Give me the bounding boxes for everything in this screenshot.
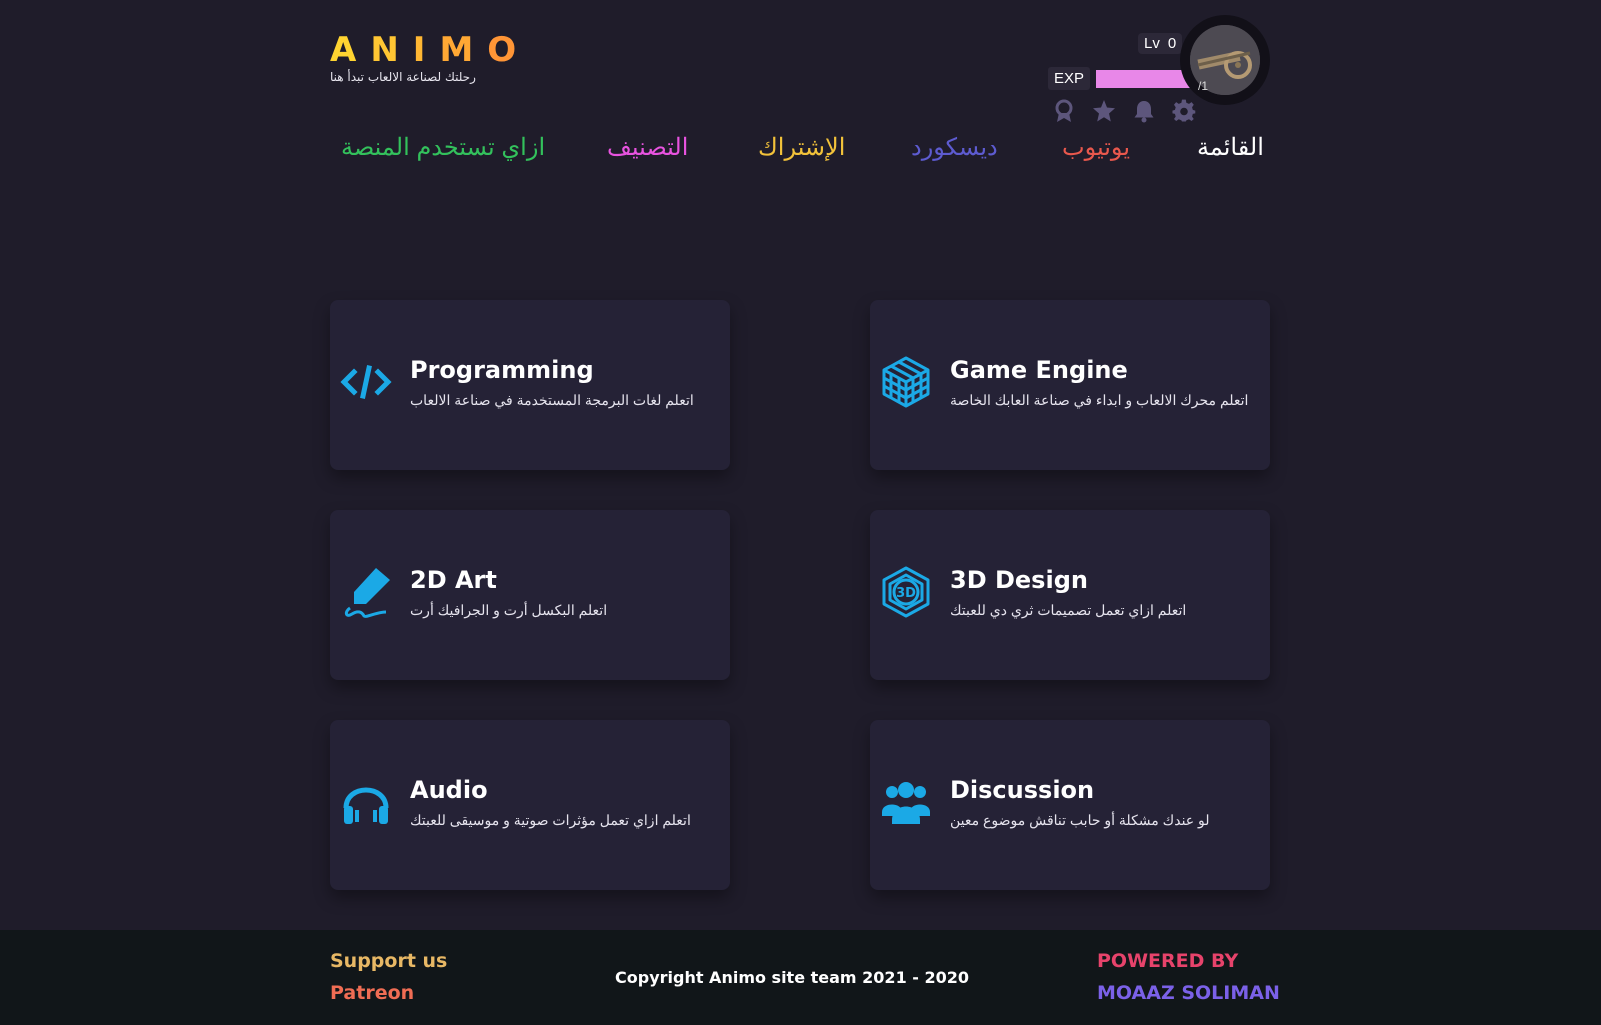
card-description: اتعلم لغات البرمجة المستخدمة في صناعة ال… [410, 392, 694, 408]
powered-by-label: POWERED BY [1097, 950, 1239, 972]
logo-letter: O [487, 30, 531, 70]
card-description: اتعلم ازاي تعمل تصميمات ثري دي للعبتك [950, 602, 1187, 618]
user-panel: Lv 0 EXP /1 [1040, 15, 1270, 123]
card-title: Audio [410, 776, 488, 804]
avatar-ring[interactable] [1180, 15, 1270, 105]
exp-value: /1 [1198, 79, 1209, 93]
exp-bar-fill [1096, 69, 1192, 88]
bell-icon[interactable] [1132, 99, 1156, 127]
exp-row: EXP [1048, 67, 1197, 90]
user-icons [1052, 99, 1196, 127]
card-description: اتعلم ازاي تعمل مؤثرات صوتية و موسيقى لل… [410, 812, 691, 828]
card-game-engine[interactable]: Game Engine اتعلم محرك الالعاب و ابداء ف… [870, 300, 1270, 470]
logo-letter: A [330, 30, 371, 70]
main-nav: القائمة يوتيوب ديسكورد الإشتراك التصنيف … [0, 133, 1601, 173]
nav-item-menu[interactable]: القائمة [1197, 133, 1264, 162]
svg-text:3D: 3D [896, 586, 916, 601]
logo-wordmark: A N I M O [330, 30, 530, 70]
card-description: لو عندك مشكلة أو حابب تناقش موضوع معين [950, 812, 1210, 828]
headphones-icon [340, 776, 392, 828]
cube-grid-icon [880, 356, 932, 408]
card-programming[interactable]: Programming اتعلم لغات البرمجة المستخدمة… [330, 300, 730, 470]
logo-letter: M [439, 30, 488, 70]
nav-item-discord[interactable]: ديسكورد [911, 133, 998, 162]
nav-item-youtube[interactable]: يوتيوب [1062, 133, 1130, 162]
card-audio[interactable]: Audio اتعلم ازاي تعمل مؤثرات صوتية و موس… [330, 720, 730, 890]
footer-support-label: Support us [330, 950, 448, 972]
gear-icon[interactable] [1172, 99, 1196, 127]
logo-letter: I [412, 30, 440, 70]
level-value: 0 [1167, 35, 1177, 52]
logo-letter: N [370, 30, 413, 70]
nav-item-how-to-use[interactable]: ازاي تستخدم المنصة [341, 133, 545, 162]
card-3d-design[interactable]: 3D 3D Design اتعلم ازاي تعمل تصميمات ثري… [870, 510, 1270, 680]
card-title: 2D Art [410, 566, 497, 594]
users-icon [880, 776, 932, 828]
card-title: 3D Design [950, 566, 1088, 594]
card-discussion[interactable]: Discussion لو عندك مشكلة أو حابب تناقش م… [870, 720, 1270, 890]
card-description: اتعلم محرك الالعاب و ابداء في صناعة العا… [950, 392, 1249, 408]
author-link[interactable]: MOAAZ SOLIMAN [1097, 982, 1280, 1004]
star-icon[interactable] [1092, 99, 1116, 127]
code-icon [340, 356, 392, 408]
nav-item-categories[interactable]: التصنيف [607, 133, 688, 162]
3d-cube-icon: 3D [880, 566, 932, 618]
card-2d-art[interactable]: 2D Art اتعلم البكسل أرت و الجرافيك أرت [330, 510, 730, 680]
card-description: اتعلم البكسل أرت و الجرافيك أرت [410, 602, 608, 618]
patreon-link[interactable]: Patreon [330, 982, 414, 1004]
level-badge: Lv 0 [1138, 33, 1183, 54]
card-title: Discussion [950, 776, 1095, 804]
logo-tagline: رحلتك لصناعة الالعاب تبدأ هنا [330, 70, 476, 84]
copyright-text: Copyright Animo site team 2021 - 2020 [615, 968, 970, 987]
level-label: Lv [1144, 35, 1160, 52]
card-title: Programming [410, 356, 594, 384]
nav-item-subscription[interactable]: الإشتراك [758, 133, 845, 162]
badge-icon[interactable] [1052, 99, 1076, 127]
card-title: Game Engine [950, 356, 1128, 384]
logo[interactable]: A N I M O رحلتك لصناعة الالعاب تبدأ هنا [330, 30, 530, 84]
marker-pen-icon [340, 566, 392, 618]
footer: Support us Patreon Copyright Animo site … [0, 930, 1601, 1025]
exp-label: EXP [1048, 67, 1091, 90]
